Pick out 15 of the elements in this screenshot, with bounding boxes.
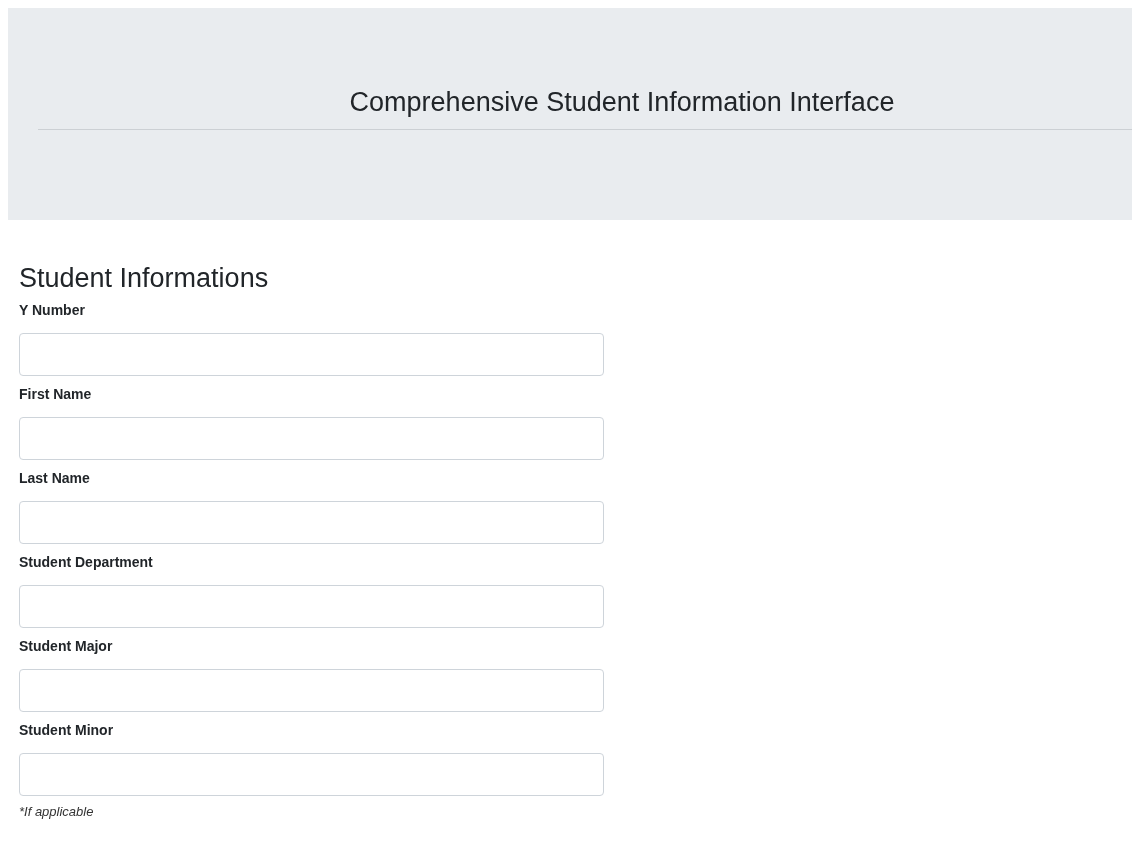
input-field[interactable] [19,585,604,628]
field-label: Y Number [19,301,86,320]
field-label: Student Department [19,553,154,572]
field-label: First Name [19,385,93,404]
field-label: Student Minor [19,721,115,740]
input-field[interactable] [19,501,604,544]
input-field[interactable] [19,753,604,796]
field-label: Student Major [19,637,114,656]
input-field[interactable] [19,669,604,712]
input-field[interactable] [19,417,604,460]
field-note: *If applicable [19,803,95,821]
input-field[interactable] [19,333,604,376]
field-label: Last Name [19,469,91,488]
section-heading: Student Informations [19,262,270,295]
page-title: Comprehensive Student Information Interface [348,86,896,119]
